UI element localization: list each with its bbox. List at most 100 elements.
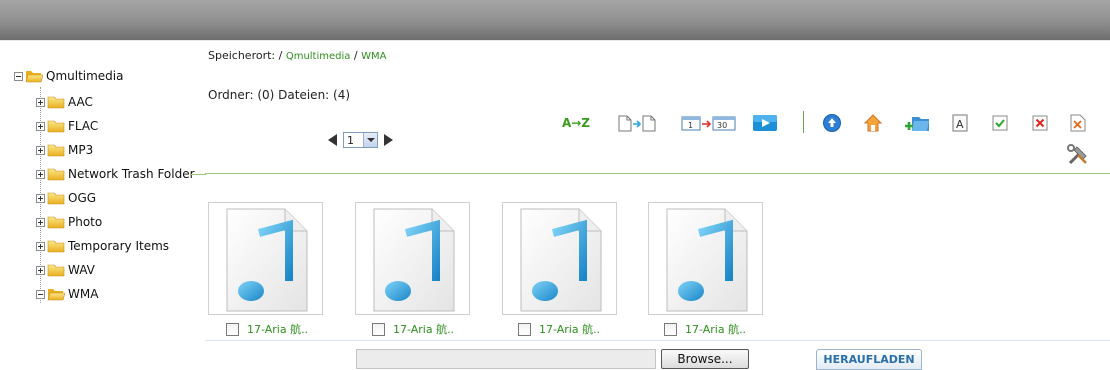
- sort-by-type-button[interactable]: [614, 113, 658, 133]
- breadcrumb-link-wma[interactable]: WMA: [361, 51, 386, 62]
- audio-file-icon: [666, 208, 748, 312]
- audio-file-icon: [226, 208, 308, 312]
- tree-item-mp3[interactable]: MP3: [36, 140, 93, 160]
- select-all-icon: [992, 115, 1008, 131]
- tree-item-label: AAC: [68, 95, 93, 109]
- tree-item-flac[interactable]: FLAC: [36, 116, 98, 136]
- top-banner: [0, 0, 1110, 40]
- settings-tools-button[interactable]: [1066, 143, 1090, 167]
- upload-button[interactable]: HERAUFLADEN: [816, 349, 922, 370]
- breadcrumb-separator: /: [350, 49, 362, 62]
- file-thumbnail[interactable]: [355, 202, 470, 315]
- pager: 1: [328, 132, 393, 148]
- tree-item-label: OGG: [68, 191, 97, 205]
- file-name-link[interactable]: 17-Aria 航..: [685, 321, 746, 337]
- play-button[interactable]: [750, 113, 780, 133]
- tree-item-label: WMA: [68, 287, 99, 301]
- audio-file-icon: [373, 208, 455, 312]
- delete-icon: [1070, 114, 1086, 132]
- expand-icon[interactable]: [36, 145, 45, 155]
- upload-file-path-field[interactable]: [356, 349, 656, 369]
- new-folder-button[interactable]: [903, 113, 931, 133]
- delete-button[interactable]: [1068, 113, 1088, 133]
- page-select-value: 1: [347, 133, 354, 147]
- tree-item-wma[interactable]: WMA: [36, 284, 98, 304]
- sort-by-date-button[interactable]: 1 30: [680, 113, 738, 133]
- expand-icon[interactable]: [36, 265, 45, 275]
- file-name-link[interactable]: 17-Aria 航..: [539, 321, 600, 337]
- browse-button[interactable]: Browse...: [661, 349, 749, 369]
- rename-button[interactable]: A: [950, 113, 970, 133]
- folder-file-count: Ordner: (0) Dateien: (4): [208, 88, 351, 102]
- settings-icon: [1067, 144, 1087, 165]
- tree-item-qmultimedia[interactable]: Qmultimedia: [14, 66, 124, 86]
- breadcrumb-link-qmultimedia[interactable]: Qmultimedia: [286, 51, 351, 62]
- file-checkbox[interactable]: [226, 322, 239, 336]
- file-thumbnail[interactable]: [208, 202, 323, 315]
- tree-item-ogg[interactable]: OGG: [36, 188, 96, 208]
- collapse-icon[interactable]: [14, 71, 23, 81]
- home-button[interactable]: [861, 113, 885, 133]
- prev-page-icon[interactable]: [328, 134, 337, 146]
- deselect-button[interactable]: [1030, 113, 1050, 133]
- page-select[interactable]: 1: [343, 132, 378, 148]
- tree-item-aac[interactable]: AAC: [36, 92, 93, 112]
- folder-icon: [47, 240, 65, 253]
- folder-icon: [47, 96, 65, 109]
- svg-text:30: 30: [717, 121, 727, 130]
- expand-icon[interactable]: [36, 169, 45, 179]
- banner-divider: [0, 40, 1110, 41]
- tree-item-network-trash-folder[interactable]: Network Trash Folder: [36, 164, 195, 184]
- select-all-button[interactable]: [990, 113, 1010, 133]
- collapse-icon[interactable]: [36, 289, 45, 299]
- breadcrumb-prefix: Speicherort: /: [208, 49, 286, 62]
- sort-az-button[interactable]: A→Z: [558, 113, 594, 133]
- svg-text:1: 1: [688, 121, 693, 130]
- file-name-link[interactable]: 17-Aria 航..: [393, 321, 454, 337]
- sort-by-type-icon: [618, 115, 656, 132]
- tree-item-label: MP3: [68, 143, 94, 157]
- tree-item-label: Temporary Items: [68, 239, 170, 253]
- next-page-icon[interactable]: [384, 134, 393, 146]
- expand-icon[interactable]: [36, 97, 45, 107]
- folder-icon: [47, 264, 65, 277]
- expand-icon[interactable]: [36, 193, 45, 203]
- expand-icon[interactable]: [36, 217, 45, 227]
- file-item: 17-Aria 航..: [226, 321, 308, 337]
- chevron-down-icon[interactable]: [363, 133, 377, 147]
- tree-item-photo[interactable]: Photo: [36, 212, 102, 232]
- expand-icon[interactable]: [36, 121, 45, 131]
- tree-item-label: Qmultimedia: [46, 69, 124, 83]
- folder-icon: [47, 120, 65, 133]
- svg-text:A: A: [956, 118, 964, 131]
- tree-item-label: WAV: [68, 263, 95, 277]
- folder-open-icon: [25, 71, 43, 83]
- file-checkbox[interactable]: [518, 322, 531, 336]
- file-thumbnail[interactable]: [502, 202, 617, 315]
- tree-item-label: FLAC: [68, 119, 99, 133]
- audio-file-icon: [520, 208, 602, 312]
- sort-by-date-icon: 1 30: [681, 116, 736, 131]
- toolbar-bottom-rule: [205, 173, 1110, 174]
- file-item: 17-Aria 航..: [664, 321, 746, 337]
- toolbar-divider: [803, 111, 804, 133]
- file-grid-bottom-rule: [205, 340, 1110, 341]
- file-thumbnail[interactable]: [648, 202, 763, 315]
- file-checkbox[interactable]: [664, 322, 677, 336]
- folder-open-icon: [47, 289, 65, 301]
- file-name-link[interactable]: 17-Aria 航..: [247, 321, 308, 337]
- tree-item-wav[interactable]: WAV: [36, 260, 95, 280]
- file-item: 17-Aria 航..: [372, 321, 454, 337]
- new-folder-icon: [905, 117, 929, 131]
- play-icon: [753, 115, 777, 131]
- upload-arrow-button[interactable]: [820, 113, 844, 133]
- folder-icon: [47, 168, 65, 181]
- folder-icon: [47, 144, 65, 157]
- deselect-icon: [1032, 115, 1048, 131]
- folder-icon: [47, 192, 65, 205]
- tree-item-temporary-items[interactable]: Temporary Items: [36, 236, 169, 256]
- folder-icon: [47, 216, 65, 229]
- file-checkbox[interactable]: [372, 322, 385, 336]
- expand-icon[interactable]: [36, 241, 45, 251]
- file-item: 17-Aria 航..: [518, 321, 600, 337]
